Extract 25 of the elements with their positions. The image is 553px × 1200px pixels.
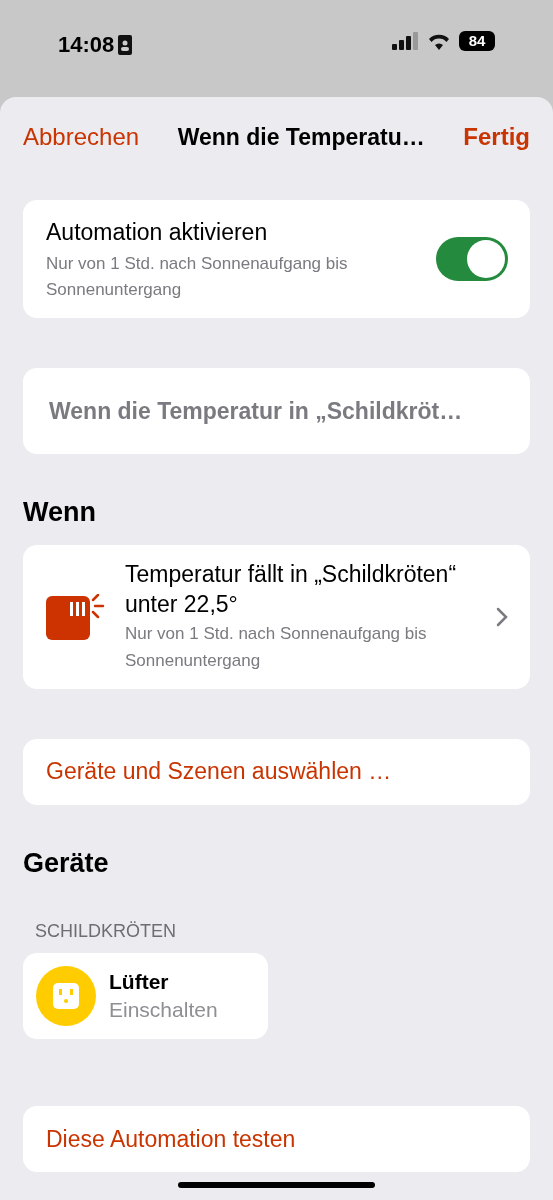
device-name: Lüfter <box>109 969 170 995</box>
id-card-icon <box>118 34 133 55</box>
activation-title: Automation aktivieren <box>46 217 269 247</box>
toggle-switch[interactable] <box>436 237 508 281</box>
device-tile[interactable]: Lüfter Einschalten <box>23 953 268 1039</box>
trigger-subtitle: Nur von 1 Std. nach Sonnenaufgang bis Sonnenuntergang <box>125 623 428 672</box>
sheet-title: Wenn die Temperatu… <box>177 122 425 152</box>
battery-indicator: 84 <box>459 31 495 51</box>
status-time: 14:08 <box>58 31 115 59</box>
chevron-icon <box>496 606 508 627</box>
trigger-title: Temperatur fällt in „Schildkröten“ unter 22,5° <box>125 560 458 619</box>
room-label: SCHILDKRÖTEN <box>34 920 178 943</box>
section-heading: Geräte <box>23 846 110 880</box>
test-automation-button[interactable]: Diese Automation testen <box>23 1106 530 1172</box>
signal-icon <box>392 32 419 50</box>
device-action: Einschalten <box>109 997 218 1023</box>
name-field[interactable]: Wenn die Temperatur in „Schildkröt… <box>23 368 530 454</box>
select-devices-button[interactable]: Geräte und Szenen auswählen … <box>23 738 530 805</box>
activation-subtitle: Nur von 1 Std. nach Sonnenaufgang bis Sonnenuntergang <box>46 253 349 302</box>
trigger-row[interactable]: Temperatur fällt in „Schildkröten“ unter 22,5° Nur von 1 Std. nach Sonnenaufgang bis Sonnenuntergang <box>23 544 530 689</box>
cancel-button[interactable]: Abbrechen <box>23 119 140 155</box>
wifi-icon <box>427 32 451 50</box>
section-heading: Wenn <box>23 496 97 529</box>
outlet-icon <box>36 966 96 1026</box>
done-button[interactable]: Fertig <box>463 119 530 155</box>
